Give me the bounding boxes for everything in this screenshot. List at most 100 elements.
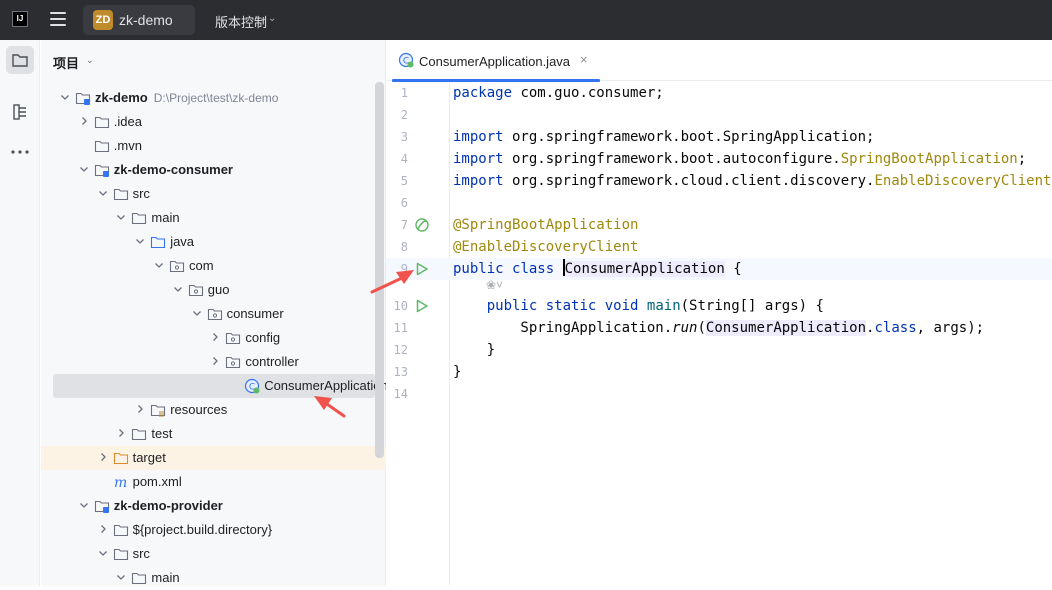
tree-item[interactable]: target [41,446,386,470]
tree-item[interactable]: guo [41,278,377,302]
chevron-down-icon[interactable] [97,547,109,559]
tree-item[interactable]: java [41,230,377,254]
folder-icon [94,140,109,153]
tree-scrollbar[interactable] [375,82,384,458]
code-text: public class ConsumerApplication { [453,259,742,277]
line-number[interactable]: 7 [386,214,408,236]
tree-item-label: consumer [226,306,284,321]
code-line[interactable]: 4 import org.springframework.boot.autocon… [386,148,1052,170]
line-number[interactable]: 12 [386,339,408,361]
chevron-down-icon[interactable] [191,307,203,319]
intellij-logo-icon[interactable]: IJ [12,11,28,27]
line-number[interactable]: 8 [386,236,408,258]
excluded-folder-icon [113,452,128,465]
code-line[interactable]: 12 } [386,339,1052,361]
run-icon[interactable] [414,261,430,277]
tree-item-label: java [170,234,195,249]
package-icon [226,332,241,345]
chevron-right-icon[interactable] [97,523,109,535]
chevron-down-icon[interactable] [97,187,109,199]
chevron-down-icon[interactable] [115,211,127,223]
source-folder-icon [151,236,166,249]
code-line[interactable]: 1 package com.guo.consumer; [386,82,1052,104]
tree-item-label: target [132,450,166,465]
tab-consumer-application[interactable]: C ConsumerApplication.java × [392,40,600,82]
run-icon[interactable] [414,298,430,314]
project-tool-button[interactable] [6,46,34,74]
line-number[interactable]: 11 [386,317,408,339]
chevron-down-icon[interactable] [59,91,71,103]
panel-title[interactable]: 项目 [53,53,79,72]
line-number[interactable]: 3 [386,126,408,148]
tree-item[interactable]: com [41,254,377,278]
chevron-down-icon[interactable] [115,571,127,583]
tree-item[interactable]: zk-demo-provider [41,494,377,518]
spring-bean-gutter-icon[interactable] [414,217,430,233]
structure-tool-button[interactable] [6,98,34,126]
tree-item[interactable]: .idea [41,110,377,134]
tree-item[interactable]: src [41,542,377,566]
tree-item[interactable]: consumer [41,302,377,326]
project-switcher[interactable]: ZD zk-demo ⌄ [83,5,267,35]
chevron-down-icon[interactable]: ⌄ [86,55,94,66]
main-menu-icon[interactable] [50,12,66,26]
chevron-down-icon[interactable] [172,283,184,295]
code-line[interactable]: 10 public static void main(String[] args… [386,295,1052,317]
tree-item-label: com [189,258,214,273]
tree-item[interactable]: test [41,422,377,446]
line-number[interactable]: 5 [386,170,408,192]
chevron-right-icon[interactable] [209,355,221,367]
code-text: @SpringBootApplication [453,217,639,233]
code-text: public static void main(String[] args) { [486,298,824,314]
code-line[interactable]: 14 [386,383,1052,405]
chevron-down-icon[interactable] [78,163,90,175]
inlay-hint-icon[interactable]: ❀˅ [486,278,503,292]
tree-item[interactable]: zk-demo-consumer [41,158,377,182]
code-line[interactable]: 3 import org.springframework.boot.SpringA… [386,126,1052,148]
chevron-right-icon[interactable] [209,331,221,343]
line-number[interactable]: 10 [386,295,408,317]
line-number[interactable]: 2 [386,104,408,126]
line-number[interactable]: 4 [386,148,408,170]
line-number[interactable]: 6 [386,192,408,214]
code-line[interactable]: 2 [386,104,1052,126]
code-line[interactable]: 7 @SpringBootApplication [386,214,1052,236]
line-number[interactable]: 9 [386,258,408,280]
code-line[interactable]: 11 SpringApplication.run(ConsumerApplica… [386,317,1052,339]
code-line[interactable]: 6 [386,192,1052,214]
chevron-down-icon[interactable] [78,499,90,511]
line-number[interactable]: 14 [386,383,408,405]
code-text: } [453,364,462,380]
resources-folder-icon [151,404,166,417]
close-icon[interactable]: × [580,52,588,67]
code-line[interactable]: 5 import org.springframework.cloud.client… [386,170,1052,192]
tree-item[interactable]: zk-demo D:\Project\test\zk-demo [41,86,377,110]
tree-item[interactable]: m pom.xml [41,470,377,494]
tree-item[interactable]: src [41,182,377,206]
tree-item[interactable]: C ConsumerApplication [53,374,388,398]
tree-item[interactable]: resources [41,398,377,422]
code-line[interactable]: 9 public class ConsumerApplication { [386,258,1052,280]
tool-window-strip [0,40,40,586]
more-tools-button[interactable] [6,138,34,166]
tree-item-label: main [151,570,180,585]
tree-item[interactable]: main [41,206,377,230]
tree-item[interactable]: ${project.build.directory} [41,518,377,542]
chevron-right-icon[interactable] [97,451,109,463]
chevron-right-icon[interactable] [134,403,146,415]
chevron-right-icon[interactable] [78,115,90,127]
tree-item[interactable]: main [41,566,377,590]
tree-item[interactable]: .mvn [41,134,377,158]
tree-item[interactable]: config [41,326,377,350]
chevron-down-icon[interactable] [153,259,165,271]
line-number[interactable]: 1 [386,82,408,104]
line-number[interactable]: 13 [386,361,408,383]
tree-item[interactable]: controller [41,350,377,374]
chevron-down-icon[interactable] [134,235,146,247]
tree-item-label: src [132,546,150,561]
code-line[interactable]: 8 @EnableDiscoveryClient [386,236,1052,258]
chevron-right-icon[interactable] [115,427,127,439]
editor: C ConsumerApplication.java × 1 package co… [386,40,1052,586]
vcs-menu[interactable]: 版本控制 [215,12,267,31]
code-line[interactable]: 13} [386,361,1052,383]
